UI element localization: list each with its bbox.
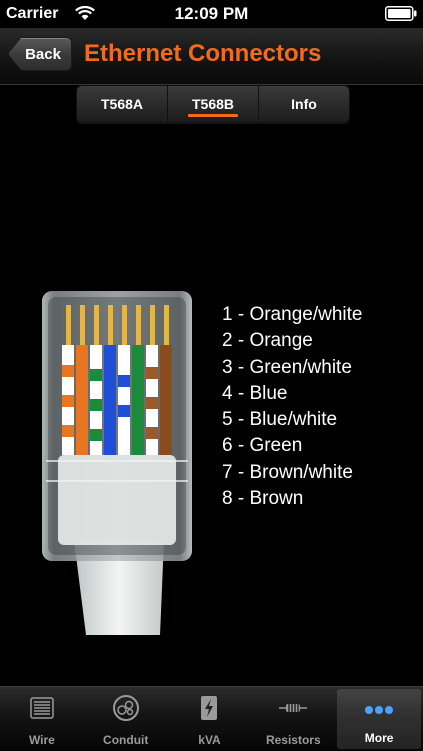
kva-icon [201, 696, 218, 720]
segment-t568a[interactable]: T568A [77, 86, 168, 122]
page-title: Ethernet Connectors [84, 40, 322, 67]
segment-info[interactable]: Info [259, 86, 349, 122]
tab-conduit[interactable]: Conduit [84, 687, 168, 751]
rj45-connector-image [42, 291, 192, 635]
clock: 12:09 PM [174, 4, 249, 23]
pin-1: 1 - Orange/white [222, 304, 363, 325]
wire-coil-icon [30, 697, 54, 719]
tab-resistors-label: Resistors [265, 733, 321, 747]
conduit-icon [112, 695, 139, 721]
pin-7: 7 - Brown/white [222, 461, 353, 483]
battery-icon [385, 6, 417, 21]
tab-more[interactable]: More [337, 689, 421, 749]
pin-6: 6 - Green [222, 435, 303, 457]
tab-resistors[interactable]: Resistors [251, 687, 335, 751]
tab-wire[interactable]: Wire [0, 687, 84, 751]
tab-conduit-label: Conduit [103, 733, 149, 747]
pin-4: 4 - Blue [222, 382, 288, 404]
navigation-bar: Back Ethernet Connectors [0, 28, 423, 85]
pin-5: 5 - Blue/white [222, 409, 338, 431]
standard-segmented-control: T568A T568B Info [76, 85, 350, 123]
tab-bar: Wire Conduit kVA Resistors More [0, 686, 423, 751]
pin-3: 3 - Green/white [222, 356, 352, 378]
tab-kva-label: kVA [198, 733, 221, 747]
resistor-icon [279, 704, 308, 712]
pin-8: 8 - Brown [222, 488, 304, 510]
back-button[interactable]: Back [8, 37, 72, 71]
more-dots-icon [365, 706, 394, 714]
tab-more-label: More [364, 731, 394, 745]
tab-kva[interactable]: kVA [168, 687, 252, 751]
tab-wire-label: Wire [28, 733, 55, 747]
pin-color-list: 1 - Orange/white 2 - Orange 3 - Green/wh… [222, 302, 362, 512]
pin-2: 2 - Orange [222, 330, 313, 352]
segment-t568b[interactable]: T568B [168, 86, 259, 122]
status-bar: Carrier 12:09 PM [0, 0, 423, 28]
